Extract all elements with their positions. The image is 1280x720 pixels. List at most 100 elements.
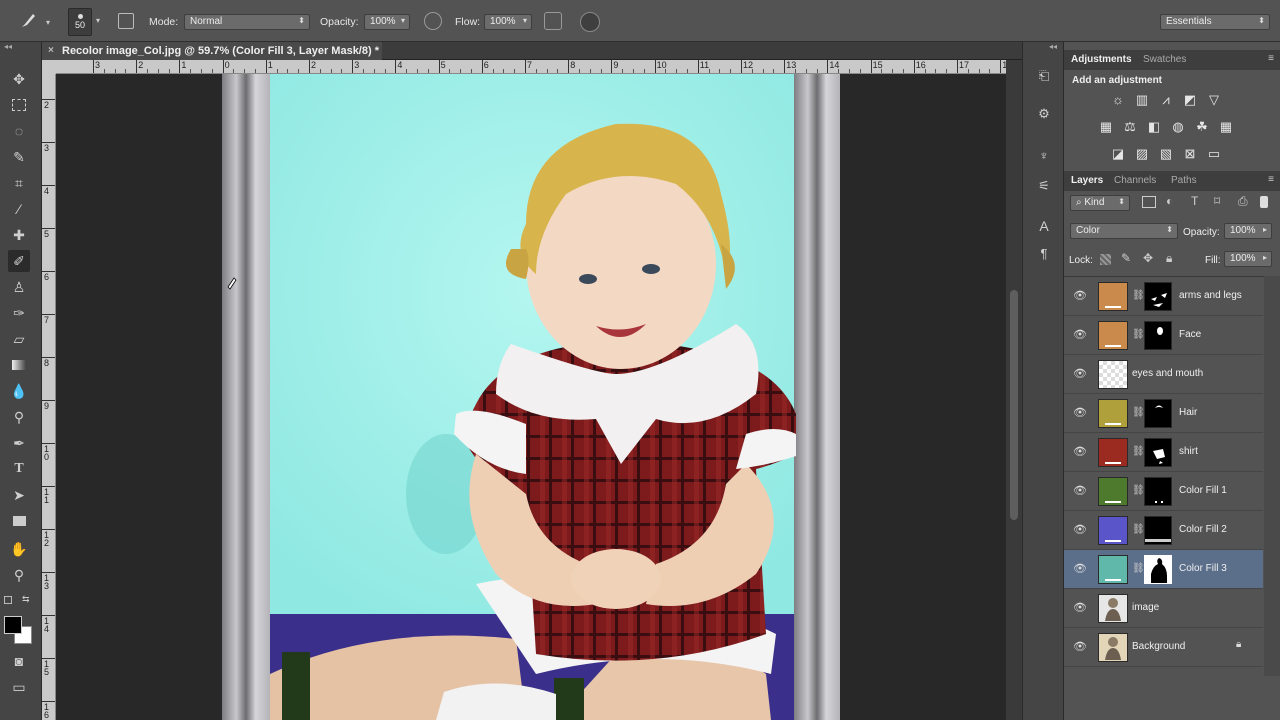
- workspace-select[interactable]: Essentials ⬍: [1160, 14, 1270, 30]
- properties-panel-icon[interactable]: ⚙: [1034, 104, 1054, 124]
- character-panel-icon[interactable]: A: [1034, 216, 1054, 236]
- filter-adjustment-icon[interactable]: ◐: [1166, 194, 1173, 208]
- tab-paths[interactable]: Paths: [1171, 175, 1197, 186]
- layer-row[interactable]: 👁︎ ⛓︎ Hair: [1064, 394, 1263, 433]
- default-colors-icon[interactable]: [4, 596, 12, 604]
- marquee-tool-icon[interactable]: [8, 94, 30, 116]
- filter-toggle-icon[interactable]: [1260, 196, 1268, 208]
- move-tool-icon[interactable]: ✥: [8, 68, 30, 90]
- path-selection-tool-icon[interactable]: ➤: [8, 484, 30, 506]
- gradient-tool-icon[interactable]: [8, 354, 30, 376]
- filter-type-icon[interactable]: T: [1191, 194, 1198, 208]
- opacity-input[interactable]: 100% ▾: [364, 14, 410, 30]
- layer-mask-thumbnail[interactable]: [1144, 321, 1172, 350]
- brush-tool-icon[interactable]: ✐: [8, 250, 30, 272]
- eye-icon[interactable]: 👁︎: [1073, 328, 1087, 342]
- brightness-contrast-icon[interactable]: ☼: [1109, 91, 1127, 109]
- posterize-icon[interactable]: ▨: [1133, 145, 1151, 163]
- layer-fill-thumbnail[interactable]: [1098, 282, 1128, 311]
- layer-row[interactable]: 👁︎ Background 🔒︎: [1064, 628, 1263, 667]
- link-icon[interactable]: ⛓︎: [1132, 485, 1145, 496]
- lock-transparent-icon[interactable]: [1100, 254, 1111, 265]
- panel-menu-icon[interactable]: ≡: [1268, 174, 1274, 185]
- panel-menu-icon[interactable]: ≡: [1268, 53, 1274, 64]
- link-icon[interactable]: ⛓︎: [1132, 524, 1145, 535]
- tool-preset-dropdown[interactable]: ▾: [46, 18, 50, 27]
- zoom-tool-icon[interactable]: ⚲: [8, 564, 30, 586]
- layer-row[interactable]: 👁︎ ⛓︎ Face: [1064, 316, 1263, 355]
- layer-filter-kind-select[interactable]: ⌕ Kind ⬍: [1070, 195, 1130, 211]
- brush-panel-icon[interactable]: ⚟: [1034, 176, 1054, 196]
- lasso-tool-icon[interactable]: ◌: [8, 120, 30, 142]
- eye-icon[interactable]: 👁︎: [1073, 523, 1087, 537]
- mode-select[interactable]: Normal ⬍: [184, 14, 310, 30]
- layer-fill-thumbnail[interactable]: [1098, 516, 1128, 545]
- swap-colors-icon[interactable]: ⇆: [22, 594, 30, 605]
- crop-tool-icon[interactable]: ⌗: [8, 172, 30, 194]
- quick-mask-icon[interactable]: ◙: [8, 650, 30, 672]
- layer-mask-thumbnail[interactable]: [1144, 438, 1172, 467]
- eye-icon[interactable]: 👁︎: [1073, 406, 1087, 420]
- exposure-icon[interactable]: ◩: [1181, 91, 1199, 109]
- layer-mask-thumbnail[interactable]: [1144, 555, 1172, 584]
- eye-icon[interactable]: 👁︎: [1073, 562, 1087, 576]
- channel-mixer-icon[interactable]: ☘: [1193, 118, 1211, 136]
- type-tool-icon[interactable]: T: [8, 458, 30, 480]
- eyedropper-tool-icon[interactable]: ⁄: [8, 198, 30, 220]
- layer-fill-thumbnail[interactable]: [1098, 477, 1128, 506]
- tab-channels[interactable]: Channels: [1114, 175, 1156, 186]
- tab-adjustments[interactable]: Adjustments: [1071, 54, 1132, 65]
- filter-pixel-icon[interactable]: [1142, 196, 1156, 208]
- color-lookup-icon[interactable]: ▦: [1217, 118, 1235, 136]
- document-canvas[interactable]: [56, 74, 1006, 720]
- ruler-origin[interactable]: [42, 60, 56, 74]
- layer-row[interactable]: 👁︎ ⛓︎ shirt: [1064, 433, 1263, 472]
- eye-icon[interactable]: 👁︎: [1073, 601, 1087, 615]
- panel-collapse-icon[interactable]: ◂◂: [4, 42, 12, 51]
- pressure-opacity-icon[interactable]: [424, 12, 442, 30]
- paragraph-panel-icon[interactable]: ¶: [1034, 244, 1054, 264]
- layer-mask-thumbnail[interactable]: [1144, 516, 1172, 545]
- color-balance-icon[interactable]: ⚖: [1121, 118, 1139, 136]
- filter-smart-object-icon[interactable]: ⎙: [1238, 194, 1248, 209]
- blend-mode-select[interactable]: Color ⬍: [1070, 223, 1178, 239]
- layer-row[interactable]: 👁︎ ⛓︎ Color Fill 3: [1064, 550, 1263, 589]
- fill-input[interactable]: 100% ▸: [1224, 251, 1272, 267]
- panel-expand-icon[interactable]: ◂◂: [1049, 42, 1057, 51]
- eye-icon[interactable]: 👁︎: [1073, 640, 1087, 654]
- layer-fill-thumbnail[interactable]: [1098, 438, 1128, 467]
- clone-stamp-tool-icon[interactable]: ♙: [8, 276, 30, 298]
- history-panel-icon[interactable]: ⎗: [1034, 66, 1054, 86]
- brush-presets-panel-icon[interactable]: ♆: [1034, 146, 1054, 166]
- brush-panel-toggle-icon[interactable]: [118, 13, 134, 29]
- quick-selection-tool-icon[interactable]: ✎: [8, 146, 30, 168]
- hue-saturation-icon[interactable]: ▦: [1097, 118, 1115, 136]
- screen-mode-icon[interactable]: ▭: [8, 676, 30, 698]
- layer-opacity-input[interactable]: 100% ▸: [1224, 223, 1272, 239]
- invert-icon[interactable]: ◪: [1109, 145, 1127, 163]
- lock-all-icon[interactable]: 🔒︎: [1166, 251, 1172, 266]
- airbrush-icon[interactable]: [544, 12, 562, 30]
- brush-size-dropdown-arrow[interactable]: ▾: [96, 16, 100, 25]
- eye-icon[interactable]: 👁︎: [1073, 484, 1087, 498]
- layer-mask-thumbnail[interactable]: [1144, 282, 1172, 311]
- filter-shape-icon[interactable]: ⌑: [1214, 194, 1220, 208]
- close-icon[interactable]: ×: [48, 45, 54, 56]
- eye-icon[interactable]: 👁︎: [1073, 367, 1087, 381]
- layer-fill-thumbnail[interactable]: [1098, 321, 1128, 350]
- eraser-tool-icon[interactable]: ▱: [8, 328, 30, 350]
- foreground-color-swatch[interactable]: [4, 616, 22, 634]
- link-icon[interactable]: ⛓︎: [1132, 407, 1145, 418]
- curves-icon[interactable]: ⩘: [1157, 91, 1175, 109]
- layers-scrollbar[interactable]: [1264, 276, 1280, 676]
- layer-mask-thumbnail[interactable]: [1144, 399, 1172, 428]
- rectangle-tool-icon[interactable]: [8, 510, 30, 532]
- healing-brush-tool-icon[interactable]: ✚: [8, 224, 30, 246]
- layer-row[interactable]: 👁︎ image: [1064, 589, 1263, 628]
- history-brush-tool-icon[interactable]: ✑: [8, 302, 30, 324]
- pen-tool-icon[interactable]: ✒: [8, 432, 30, 454]
- lock-position-icon[interactable]: ✥: [1143, 251, 1153, 265]
- layer-photo-thumbnail[interactable]: [1098, 633, 1128, 662]
- lock-pixels-icon[interactable]: ✎: [1121, 251, 1131, 265]
- gradient-map-icon[interactable]: ▭: [1205, 145, 1223, 163]
